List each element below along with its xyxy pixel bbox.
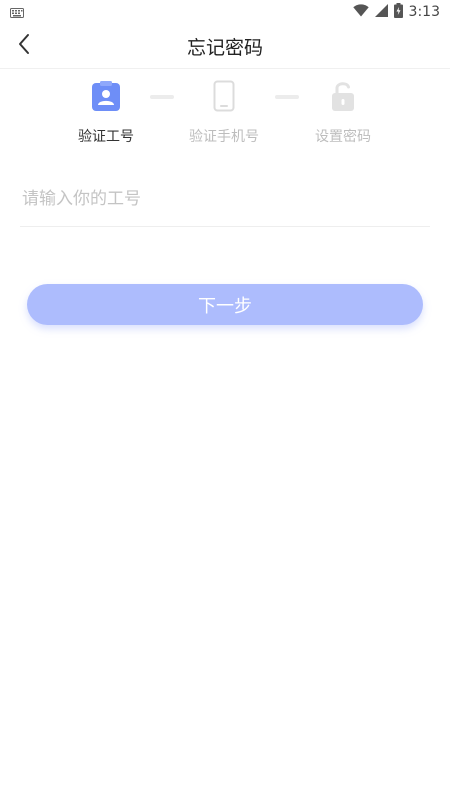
header: 忘记密码 [0, 24, 450, 69]
id-badge-icon [88, 78, 124, 114]
step-set-password: 设置密码 [293, 78, 393, 146]
step-indicator: 验证工号 验证手机号 设置密码 [0, 78, 450, 148]
lock-icon [325, 78, 361, 114]
back-button[interactable] [6, 28, 42, 64]
status-bar: 3:13 [0, 0, 450, 24]
chevron-left-icon [17, 33, 31, 59]
signal-icon [374, 3, 388, 21]
employee-id-field-wrap [20, 178, 430, 227]
step-label: 设置密码 [315, 129, 371, 145]
status-time: 3:13 [408, 4, 440, 20]
step-label: 验证手机号 [189, 129, 259, 145]
page-title: 忘记密码 [186, 36, 263, 59]
battery-icon [393, 2, 403, 22]
status-left [10, 3, 24, 22]
employee-id-input[interactable] [20, 178, 430, 220]
keyboard-icon [10, 3, 24, 22]
forgot-password-screen: 3:13 忘记密码 验证工号 验证手机号 设置密码 请输入你的工号 下一步 [0, 0, 450, 800]
status-right: 3:13 [352, 2, 440, 22]
step-connector [150, 95, 174, 99]
step-verify-employee-id: 验证工号 [56, 78, 156, 146]
phone-icon [206, 78, 242, 114]
next-button[interactable]: 下一步 [27, 284, 423, 325]
wifi-icon [352, 3, 369, 21]
step-verify-phone: 验证手机号 [174, 78, 274, 146]
step-label: 验证工号 [78, 129, 134, 145]
